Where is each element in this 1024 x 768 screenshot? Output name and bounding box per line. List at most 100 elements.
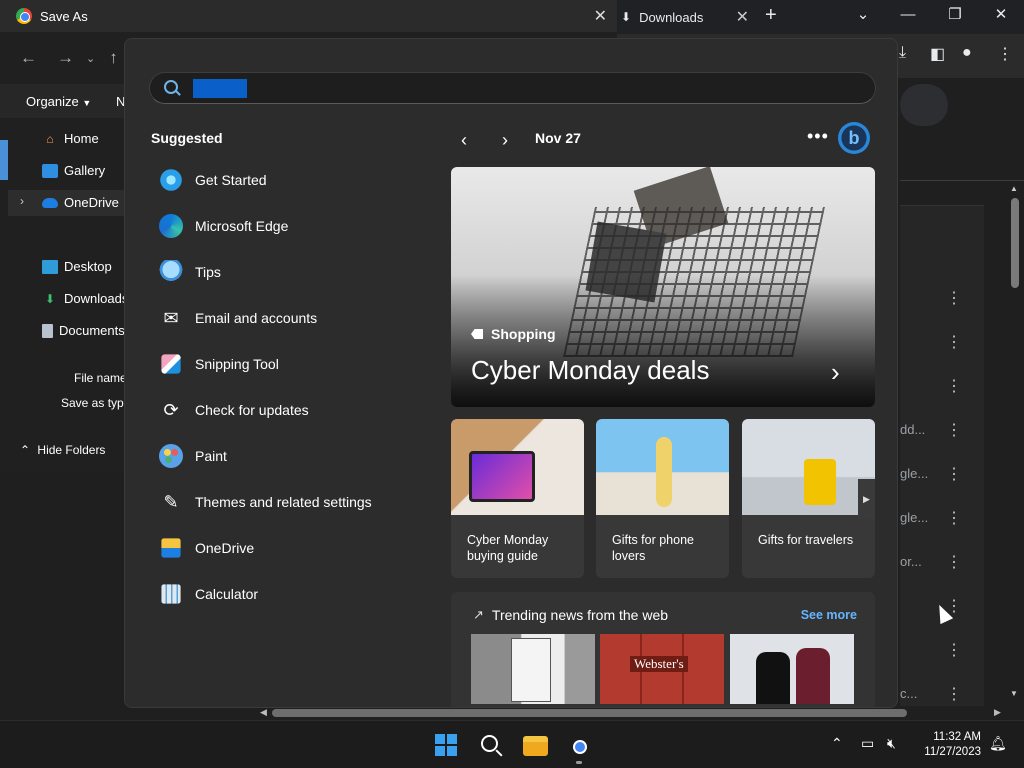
nav-item-downloads[interactable]: ⬇ Downloads (42, 291, 128, 306)
snipping-tool-icon (161, 354, 181, 374)
news-thumbnail[interactable] (600, 634, 724, 704)
app-onedrive[interactable]: OneDrive (159, 533, 254, 563)
cloud-icon (42, 197, 58, 208)
nav-item-documents[interactable]: Documents (42, 323, 125, 338)
download-more-icon[interactable]: ⋮ (946, 552, 962, 572)
scroll-up-icon[interactable]: ▲ (1010, 184, 1018, 193)
start-menu: Suggested Get Started Microsoft Edge Tip… (124, 38, 898, 708)
scroll-thumb[interactable] (272, 709, 907, 717)
bing-icon[interactable]: b (838, 122, 870, 154)
download-more-icon[interactable]: ⋮ (946, 640, 962, 660)
hero-card[interactable]: Shopping Cyber Monday deals › (451, 167, 875, 407)
tab-downloads[interactable]: ⬇ Downloads ✕ (617, 0, 757, 34)
search-selected-text[interactable] (193, 79, 247, 98)
notifications-bell-icon[interactable]: 🔔︎ (989, 735, 1007, 752)
close-icon[interactable]: ✕ (594, 6, 607, 26)
app-calculator[interactable]: Calculator (159, 579, 258, 609)
hide-folders-button[interactable]: ⌃ Hide Folders (20, 443, 105, 457)
app-paint[interactable]: Paint (159, 441, 227, 471)
download-more-icon[interactable]: ⋮ (946, 288, 962, 308)
forward-arrow-icon[interactable]: → (57, 48, 74, 68)
volume-muted-icon[interactable]: 🔇︎ (887, 735, 896, 752)
feed-card[interactable]: Cyber Monday buying guide (451, 419, 584, 578)
news-thumbnail[interactable] (471, 634, 595, 704)
app-label: Themes and related settings (195, 494, 372, 510)
organize-label: Organize (26, 94, 79, 109)
minimize-icon[interactable]: — (888, 2, 928, 30)
close-tab-icon[interactable]: ✕ (736, 7, 749, 27)
chevron-right-icon[interactable]: › (831, 357, 840, 388)
download-item-name: gle... (900, 466, 929, 481)
scroll-down-icon[interactable]: ▼ (1010, 689, 1018, 698)
download-item-name: or... (900, 554, 922, 569)
download-more-icon[interactable]: ⋮ (946, 684, 962, 704)
nav-item-home[interactable]: ⌂ Home (42, 131, 98, 146)
up-arrow-icon[interactable]: ↑ (109, 48, 118, 68)
lightbulb-icon (159, 260, 183, 284)
document-icon (42, 323, 53, 338)
feed-card[interactable]: Gifts for phone lovers (596, 419, 729, 578)
system-clock[interactable]: 11:32 AM 11/27/2023 (918, 730, 981, 760)
menu-kebab-icon[interactable]: ⋮ (997, 44, 1013, 64)
download-more-icon[interactable]: ⋮ (946, 420, 962, 440)
feed-card[interactable]: Gifts for travelers (742, 419, 875, 578)
download-more-icon[interactable]: ⋮ (946, 464, 962, 484)
close-window-icon[interactable]: ✕ (981, 2, 1021, 30)
recent-dropdown-icon[interactable]: ⌄ (86, 52, 95, 65)
nav-item-desktop[interactable]: Desktop (42, 259, 112, 274)
see-more-link[interactable]: See more (801, 608, 857, 622)
scroll-right-icon[interactable]: ▶ (994, 707, 1001, 718)
app-microsoft-edge[interactable]: Microsoft Edge (159, 211, 288, 241)
windows-start-icon[interactable] (435, 734, 457, 756)
feed-next-icon[interactable]: › (502, 130, 508, 151)
downloads-search-pill[interactable] (900, 84, 948, 126)
horizontal-scrollbar[interactable]: ◀ ▶ (258, 706, 1008, 720)
app-email-accounts[interactable]: ✉ Email and accounts (159, 303, 317, 333)
chevron-down-icon[interactable]: ⌄ (843, 2, 883, 30)
more-options-icon[interactable]: ••• (807, 126, 829, 147)
app-get-started[interactable]: Get Started (159, 165, 267, 195)
feed-prev-icon[interactable]: ‹ (461, 130, 467, 151)
carousel-next-icon[interactable]: ▶ (858, 479, 875, 519)
back-arrow-icon[interactable]: ← (20, 48, 37, 68)
taskbar-search-icon[interactable] (481, 735, 498, 752)
downloads-list (900, 205, 984, 715)
download-more-icon[interactable]: ⋮ (946, 508, 962, 528)
gallery-icon (42, 163, 58, 178)
feed-date: Nov 27 (535, 130, 581, 146)
download-item-name: c... (900, 686, 918, 701)
mail-icon: ✉ (163, 307, 179, 328)
restore-icon[interactable]: ❐ (935, 2, 975, 30)
file-explorer-icon[interactable] (523, 736, 548, 756)
network-icon[interactable]: ▭ (861, 735, 874, 752)
downloads-icon[interactable]: ⤓ (899, 44, 906, 62)
app-tips[interactable]: Tips (159, 257, 221, 287)
trending-title: ↗ Trending news from the web (473, 607, 668, 623)
download-more-icon[interactable]: ⋮ (946, 332, 962, 352)
organize-button[interactable]: Organize ▼ (26, 94, 91, 109)
nav-item-label: Downloads (64, 291, 129, 306)
app-snipping-tool[interactable]: Snipping Tool (159, 349, 279, 379)
scroll-thumb[interactable] (1011, 198, 1019, 288)
chevron-right-icon[interactable]: › (20, 194, 24, 208)
profile-icon[interactable]: ● (962, 44, 972, 62)
file-name-label: File name (74, 371, 127, 385)
window-accent (0, 140, 8, 180)
start-search-box[interactable] (149, 72, 876, 104)
app-themes-settings[interactable]: ✎ Themes and related settings (159, 487, 372, 517)
nav-item-onedrive[interactable]: OneDrive (42, 195, 119, 210)
nav-item-gallery[interactable]: Gallery (42, 163, 105, 178)
vertical-scrollbar[interactable]: ▲ ▼ (1008, 184, 1022, 704)
download-more-icon[interactable]: ⋮ (946, 376, 962, 396)
app-label: Email and accounts (195, 310, 318, 326)
running-indicator (576, 761, 582, 764)
nav-item-label: OneDrive (64, 195, 119, 210)
news-thumbnail[interactable] (730, 634, 854, 704)
scroll-left-icon[interactable]: ◀ (260, 707, 267, 718)
dialog-navigation: ← → ⌄ ↑ (0, 38, 118, 78)
new-tab-icon[interactable]: + (765, 4, 777, 27)
edge-icon (159, 214, 183, 238)
app-check-updates[interactable]: ⟳ Check for updates (159, 395, 308, 425)
show-hidden-icons-icon[interactable]: ⌃ (831, 735, 843, 752)
side-panel-icon[interactable]: ◧ (930, 44, 945, 64)
